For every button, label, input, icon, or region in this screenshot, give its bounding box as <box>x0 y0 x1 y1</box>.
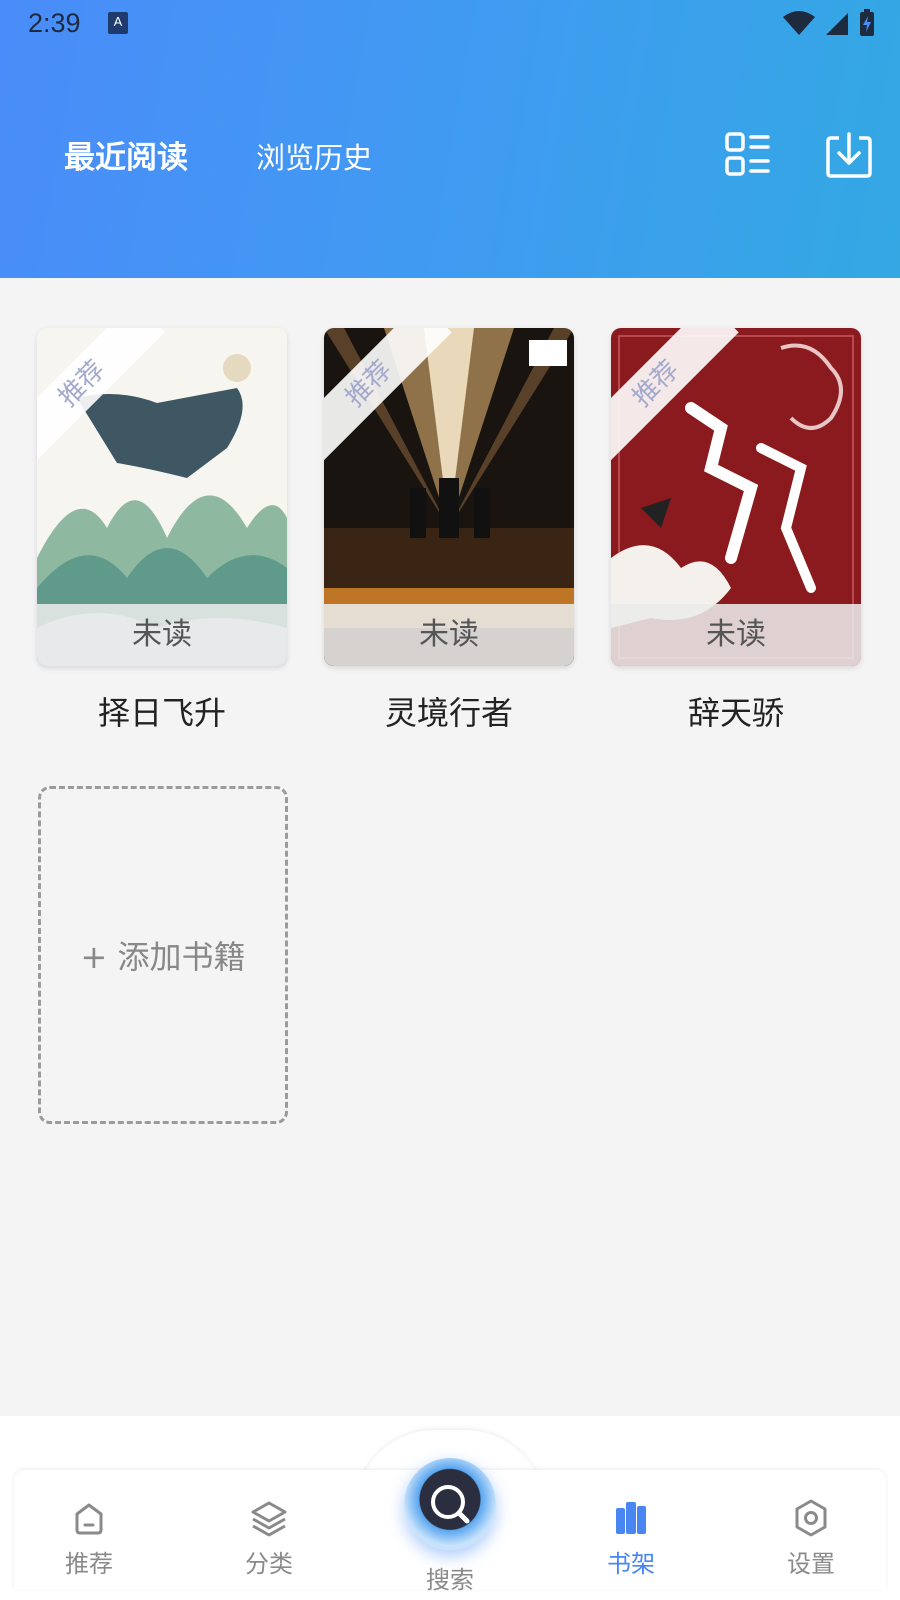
layers-icon <box>251 1501 287 1537</box>
download-icon[interactable] <box>824 130 874 180</box>
header: 2:39 A 最近阅读 浏览历史 <box>0 0 900 278</box>
accessibility-a-icon: A <box>108 12 128 34</box>
add-book-label: + 添加书籍 <box>80 938 246 976</box>
nav-label: 书架 <box>607 1550 655 1578</box>
nav-label-search[interactable]: 搜索 <box>400 1560 500 1595</box>
book-cover[interactable]: 推荐 未读 <box>37 328 287 666</box>
book-title[interactable]: 择日飞升 <box>37 688 287 734</box>
status-bar: 2:39 A <box>0 0 900 50</box>
book-cover[interactable]: 推荐 未读 <box>611 328 861 666</box>
book-item[interactable]: 推荐 未读 择日飞升 <box>37 328 287 734</box>
settings-icon <box>795 1499 827 1537</box>
nav-item-bookshelf[interactable]: 书架 <box>571 1498 691 1579</box>
book-title[interactable]: 灵境行者 <box>324 688 574 734</box>
unread-badge: 未读 <box>324 604 574 666</box>
nav-label: 设置 <box>787 1550 835 1578</box>
nav-label: 推荐 <box>65 1550 113 1578</box>
bookshelf-icon <box>616 1502 646 1534</box>
status-time: 2:39 <box>28 8 81 38</box>
wifi-icon <box>783 11 815 35</box>
book-item[interactable]: 推荐 未读 辞天骄 <box>611 328 861 734</box>
tab-recent-reading[interactable]: 最近阅读 <box>64 132 188 177</box>
home-icon <box>75 1503 103 1535</box>
list-view-icon[interactable] <box>722 130 772 180</box>
nav-item-settings[interactable]: 设置 <box>751 1498 871 1579</box>
unread-badge: 未读 <box>37 604 287 666</box>
nav-item-recommend[interactable]: 推荐 <box>29 1498 149 1579</box>
book-title[interactable]: 辞天骄 <box>611 688 861 734</box>
tab-browse-history[interactable]: 浏览历史 <box>256 135 372 177</box>
nav-label: 分类 <box>245 1550 293 1578</box>
header-tabs: 最近阅读 浏览历史 <box>64 132 372 177</box>
signal-icon <box>826 13 848 35</box>
book-item[interactable]: 推荐 未读 灵境行者 <box>324 328 574 734</box>
nav-item-category[interactable]: 分类 <box>209 1498 329 1579</box>
search-icon <box>431 1485 470 1524</box>
add-book-button[interactable]: + 添加书籍 <box>38 786 288 1124</box>
status-icons <box>782 8 876 38</box>
book-cover[interactable]: 推荐 未读 <box>324 328 574 666</box>
unread-badge: 未读 <box>611 604 861 666</box>
search-button[interactable] <box>404 1458 496 1550</box>
battery-charging-icon <box>860 9 874 36</box>
